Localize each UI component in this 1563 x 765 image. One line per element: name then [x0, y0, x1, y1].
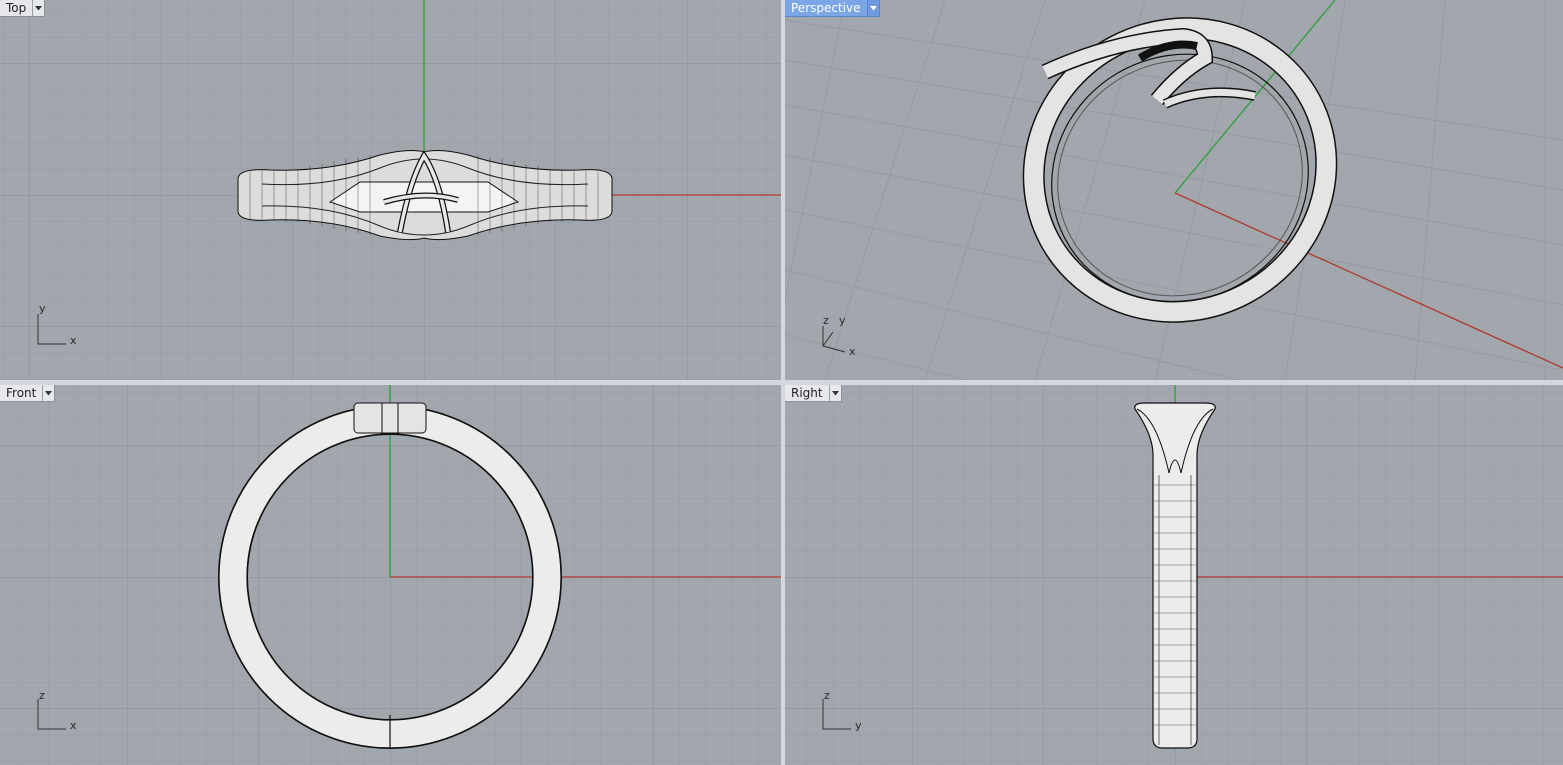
- axis-label-h: x: [70, 719, 77, 732]
- axis-label-z: z: [823, 314, 829, 327]
- viewport-perspective[interactable]: Perspective z y x: [785, 0, 1563, 380]
- chevron-down-icon[interactable]: [42, 385, 54, 401]
- axis-label-v: z: [824, 689, 830, 702]
- viewport-title[interactable]: Top: [0, 0, 32, 16]
- axis-label-x: x: [849, 345, 856, 358]
- viewport-title[interactable]: Perspective: [785, 0, 867, 16]
- right-view-canvas[interactable]: [785, 385, 1563, 765]
- viewport-title[interactable]: Front: [0, 385, 42, 401]
- axis-label-y: y: [839, 314, 846, 327]
- axis-label-v: z: [39, 689, 45, 702]
- top-view-canvas[interactable]: [0, 0, 781, 380]
- viewport-front[interactable]: Front z x: [0, 385, 781, 765]
- axis-label-h: x: [70, 334, 77, 347]
- chevron-down-icon[interactable]: [828, 385, 841, 401]
- viewport-tab-front[interactable]: Front: [0, 385, 56, 402]
- front-view-canvas[interactable]: [0, 385, 781, 765]
- axis-label-h: y: [855, 719, 862, 732]
- viewport-top[interactable]: Top y x: [0, 0, 781, 380]
- x-axis-line: [1174, 192, 1563, 369]
- perspective-grid: [785, 0, 1563, 380]
- chevron-down-icon[interactable]: [866, 0, 879, 16]
- ring-perspective-model: [1022, 17, 1338, 323]
- viewport-tab-right[interactable]: Right: [785, 385, 842, 402]
- viewport-tab-top[interactable]: Top: [0, 0, 46, 17]
- perspective-view-canvas[interactable]: [785, 0, 1563, 380]
- chevron-down-icon[interactable]: [32, 0, 44, 16]
- viewport-tab-perspective[interactable]: Perspective: [785, 0, 880, 17]
- viewport-right[interactable]: Right z y: [785, 385, 1563, 765]
- viewport-title[interactable]: Right: [785, 385, 829, 401]
- axis-label-v: y: [39, 302, 46, 315]
